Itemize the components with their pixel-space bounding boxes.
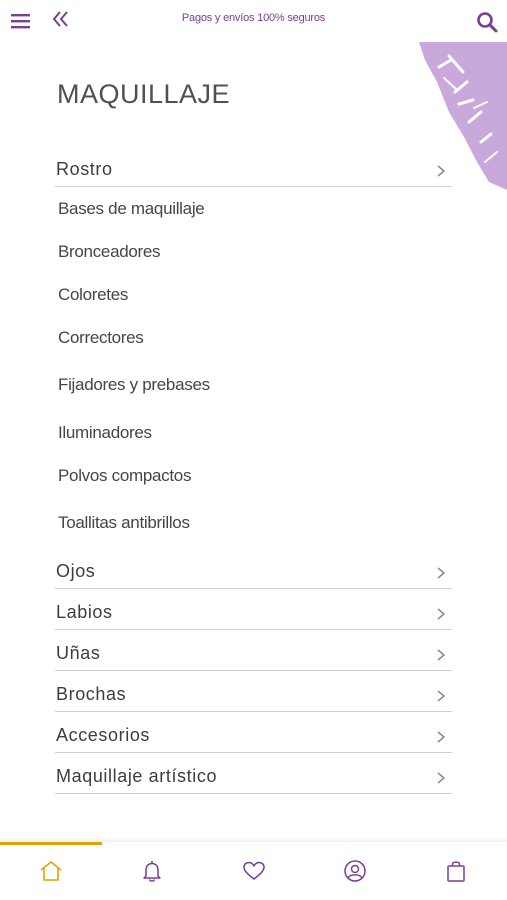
category-ojos[interactable]: Ojos (55, 556, 452, 589)
tab-home[interactable] (38, 858, 64, 884)
active-tab-indicator (0, 842, 102, 845)
subcategory-iluminadores[interactable]: Iluminadores (58, 423, 152, 443)
back-button[interactable] (50, 7, 72, 31)
subcategory-bronceadores[interactable]: Bronceadores (58, 242, 161, 262)
chevron-right-icon (437, 567, 446, 579)
user-circle-icon (344, 860, 366, 882)
category-label: Maquillaje artístico (56, 766, 218, 786)
promo-banner-text: Pagos y envíos 100% seguros (181, 12, 326, 24)
chevron-right-icon (437, 772, 446, 784)
tab-cart[interactable] (443, 858, 469, 884)
tab-favorites[interactable] (241, 858, 267, 884)
category-label: Ojos (56, 561, 96, 581)
double-chevron-left-icon (52, 11, 68, 27)
category-label: Rostro (56, 159, 113, 179)
search-icon (477, 12, 498, 33)
category-label: Brochas (56, 684, 127, 704)
menu-button[interactable] (10, 10, 32, 32)
chevron-right-icon (437, 165, 446, 177)
category-label: Labios (56, 602, 113, 622)
page-title: MAQUILLAJE (57, 79, 231, 109)
subcategory-correctores[interactable]: Correctores (58, 328, 144, 348)
search-button[interactable] (475, 10, 499, 34)
subcategory-polvos-compactos[interactable]: Polvos compactos (58, 466, 191, 486)
category-list: Ojos Labios Uñas Brochas Accesorios Maqu… (55, 556, 452, 794)
category-brochas[interactable]: Brochas (55, 679, 452, 712)
category-rostro[interactable]: Rostro (55, 154, 452, 187)
category-unas[interactable]: Uñas (55, 638, 452, 671)
category-label: Accesorios (56, 725, 151, 745)
category-accesorios[interactable]: Accesorios (55, 720, 452, 753)
chevron-right-icon (437, 608, 446, 620)
category-labios[interactable]: Labios (55, 597, 452, 630)
chevron-right-icon (437, 690, 446, 702)
category-menu: Rostro (55, 154, 452, 187)
subcategory-coloretes[interactable]: Coloretes (58, 285, 128, 305)
menu-icon (11, 14, 30, 29)
subcategory-toallitas-antibrillos[interactable]: Toallitas antibrillos (58, 513, 190, 533)
tab-account[interactable] (342, 858, 368, 884)
chevron-right-icon (437, 731, 446, 743)
subcategory-bases-de-maquillaje[interactable]: Bases de maquillaje (58, 199, 205, 219)
home-icon (40, 861, 62, 881)
chevron-right-icon (437, 649, 446, 661)
heart-icon (243, 861, 265, 880)
bottom-tab-bar (0, 842, 507, 900)
shopping-bag-icon (447, 861, 465, 882)
category-maquillaje-artistico[interactable]: Maquillaje artístico (55, 761, 452, 794)
subcategory-fijadores-y-prebases[interactable]: Fijadores y prebases (58, 375, 210, 395)
top-bar: Pagos y envíos 100% seguros (0, 0, 507, 42)
bell-icon (143, 861, 161, 882)
tab-notifications[interactable] (139, 858, 165, 884)
category-label: Uñas (56, 643, 101, 663)
